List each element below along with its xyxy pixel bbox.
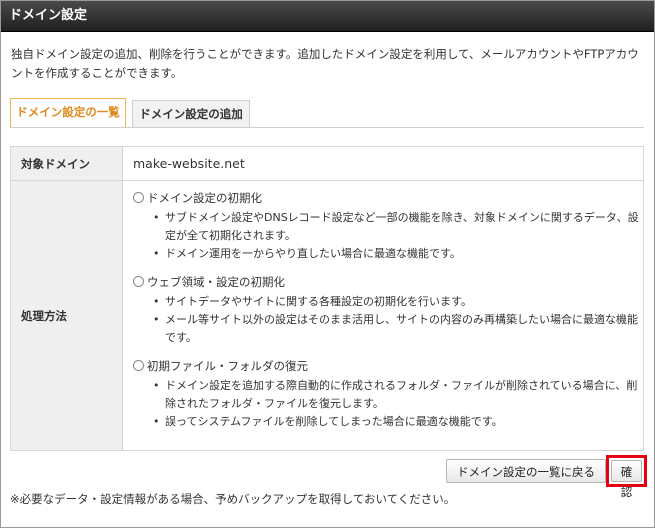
settings-form: 対象ドメイン make-website.net 処理方法 ドメイン設定の初期化 … — [10, 146, 644, 451]
note-item: サイトデータやサイトに関する各種設定の初期化を行います。 — [153, 293, 642, 311]
backup-footnote: ※必要なデータ・設定情報がある場合、予めバックアップを取得しておいてください。 — [10, 492, 456, 506]
tab-domain-list[interactable]: ドメイン設定の一覧 — [10, 98, 126, 127]
method-label: 処理方法 — [10, 180, 123, 451]
window-title: ドメイン設定 — [1, 1, 654, 32]
method-options: ドメイン設定の初期化 サブドメイン設定やDNSレコード設定など一部の機能を除き、… — [122, 180, 644, 451]
confirm-highlight: 確認 — [606, 455, 647, 499]
tab-domain-add[interactable]: ドメイン設定の追加 — [132, 100, 250, 127]
radio-web-reset[interactable] — [133, 276, 144, 287]
note-item: ドメイン運用を一からやり直したい場合に最適な機能です。 — [153, 245, 642, 263]
option-domain-reset[interactable]: ドメイン設定の初期化 — [133, 189, 642, 207]
domain-row: 対象ドメイン make-website.net — [10, 146, 644, 181]
note-item: ドメイン設定を追加する際自動的に作成されるフォルダ・ファイルが削除されている場合… — [153, 377, 642, 413]
option-web-reset[interactable]: ウェブ領域・設定の初期化 — [133, 273, 642, 291]
note-item: 誤ってシステムファイルを削除してしまった場合に最適な機能です。 — [153, 413, 642, 431]
domain-label: 対象ドメイン — [10, 146, 123, 181]
option-label: ウェブ領域・設定の初期化 — [147, 275, 285, 289]
domain-value: make-website.net — [133, 156, 245, 171]
option-label: ドメイン設定の初期化 — [147, 191, 262, 205]
tab-divider — [10, 127, 644, 128]
option-notes: ドメイン設定を追加する際自動的に作成されるフォルダ・ファイルが削除されている場合… — [133, 377, 642, 431]
domain-settings-panel: ドメイン設定 独自ドメイン設定の追加、削除を行うことができます。追加したドメイン… — [0, 0, 655, 528]
option-notes: サイトデータやサイトに関する各種設定の初期化を行います。 メール等サイト以外の設… — [133, 293, 642, 347]
note-item: サブドメイン設定やDNSレコード設定など一部の機能を除き、対象ドメインに関するデ… — [153, 209, 642, 245]
option-notes: サブドメイン設定やDNSレコード設定など一部の機能を除き、対象ドメインに関するデ… — [133, 209, 642, 263]
option-label: 初期ファイル・フォルダの復元 — [147, 359, 308, 373]
option-file-restore[interactable]: 初期ファイル・フォルダの復元 — [133, 357, 642, 375]
method-row: 処理方法 ドメイン設定の初期化 サブドメイン設定やDNSレコード設定など一部の機… — [10, 180, 644, 451]
confirm-button[interactable]: 確認 — [611, 460, 642, 499]
radio-file-restore[interactable] — [133, 360, 144, 371]
note-item: メール等サイト以外の設定はそのまま活用し、サイトの内容のみ再構築したい場合に最適… — [153, 311, 642, 347]
radio-domain-reset[interactable] — [133, 192, 144, 203]
description-text: 独自ドメイン設定の追加、削除を行うことができます。追加したドメイン設定を利用して… — [11, 47, 639, 80]
back-to-list-button[interactable]: ドメイン設定の一覧に戻る — [446, 459, 606, 483]
